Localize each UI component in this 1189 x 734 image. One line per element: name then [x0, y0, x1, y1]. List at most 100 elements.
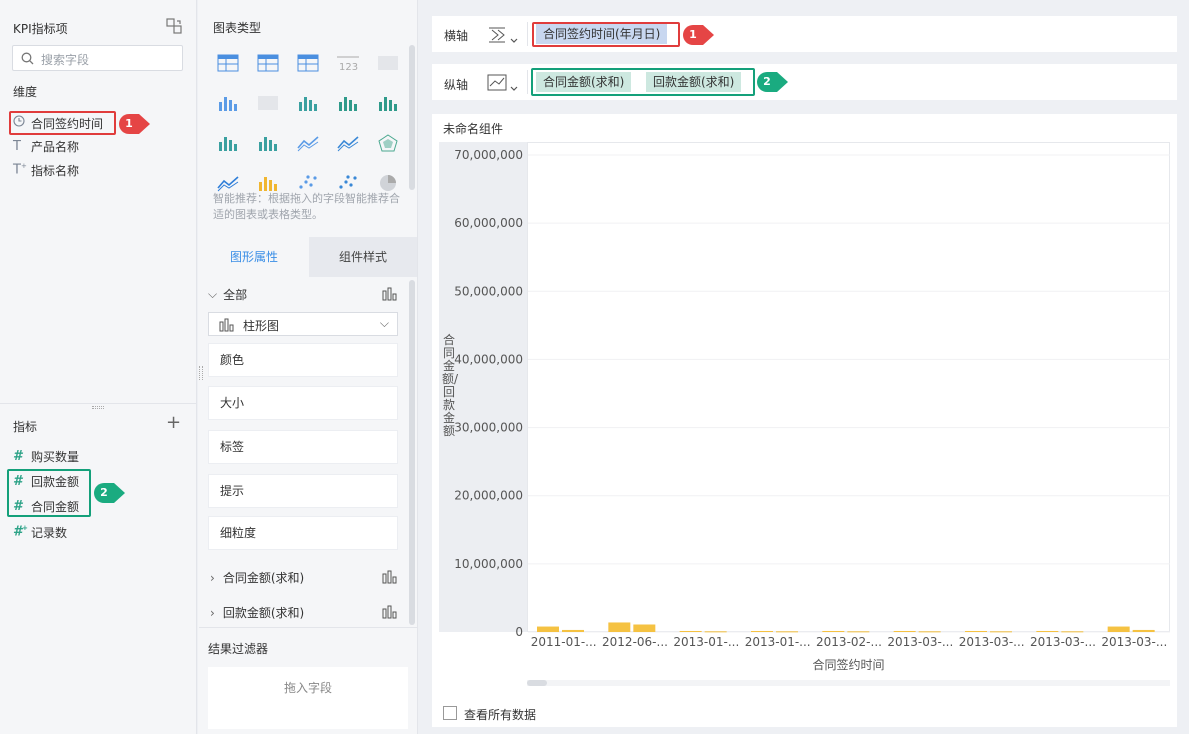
y-tick-label: 0	[515, 625, 523, 639]
bar[interactable]	[822, 630, 845, 632]
line-chart-icon[interactable]	[335, 132, 361, 154]
resize-handle[interactable]	[92, 406, 104, 409]
bar[interactable]	[776, 631, 798, 633]
properties-scrollbar[interactable]	[409, 280, 415, 625]
bar[interactable]	[990, 631, 1012, 633]
series-label: 回款金额(求和)	[222, 606, 305, 620]
multi-line-icon[interactable]	[295, 132, 321, 154]
all-label: 全部	[223, 288, 248, 302]
callout-marker-1: 1	[681, 24, 715, 46]
detail-table-icon[interactable]	[295, 52, 321, 74]
divider	[527, 22, 528, 46]
tab-graphic-properties[interactable]: 图形属性	[199, 237, 309, 277]
bar[interactable]	[679, 630, 702, 632]
view-all-checkbox[interactable]	[443, 706, 457, 720]
radar-icon[interactable]	[375, 132, 401, 154]
chevron-down-icon: ⌵	[208, 287, 218, 301]
field-search-input[interactable]: 搜索字段	[12, 45, 183, 71]
filter-drop-zone[interactable]: 拖入字段	[208, 667, 408, 729]
x-axis-title: 合同签约时间	[812, 658, 885, 672]
y-tick-label: 20,000,000	[454, 489, 523, 503]
horizontal-scrollbar-track	[527, 680, 1170, 686]
dimension-field-kpi-name[interactable]: T+ 指标名称	[13, 160, 79, 180]
y-axis-label: 纵轴	[444, 78, 469, 92]
property-size[interactable]: 大小	[208, 386, 398, 420]
chart-widget: 未命名组件 70,000,000 60,000,000 50,000,000 40,0…	[432, 114, 1177, 727]
bar[interactable]	[918, 631, 941, 633]
x-tick-label: 2013-03-...	[1101, 635, 1167, 649]
dimension-field-product-name[interactable]: T 产品名称	[13, 136, 79, 156]
chart-type-title: 图表类型	[213, 21, 262, 35]
property-color[interactable]: 颜色	[208, 343, 398, 377]
bar[interactable]	[893, 630, 916, 632]
map-icon[interactable]	[255, 92, 281, 114]
add-measure-icon[interactable]: +	[166, 414, 181, 432]
x-tick-label: 2013-03-...	[959, 635, 1025, 649]
chart-type-scrollbar[interactable]	[409, 45, 415, 190]
text-widget-icon[interactable]	[375, 52, 401, 74]
series-group-contract[interactable]: › 合同金额(求和)	[210, 569, 304, 586]
divider	[527, 70, 528, 94]
divider	[199, 627, 417, 628]
result-filter-title: 结果过滤器	[208, 642, 269, 656]
y-axis-title: 合同金额/回款金额	[442, 333, 459, 438]
x-axis-label: 横轴	[444, 29, 469, 43]
bar[interactable]	[1036, 630, 1059, 632]
divider	[0, 403, 197, 404]
series-group-payment[interactable]: › 回款金额(求和)	[210, 604, 304, 621]
measure-field-quantity[interactable]: # 购买数量	[13, 446, 79, 466]
bar[interactable]	[751, 630, 773, 632]
bar[interactable]	[1061, 631, 1084, 633]
table-icon[interactable]	[215, 52, 241, 74]
dimension-header: 维度	[13, 85, 38, 99]
marker-number: 1	[125, 117, 133, 130]
heatmap-icon[interactable]	[215, 92, 241, 114]
horizontal-bar-icon[interactable]	[215, 132, 241, 154]
panel-resize-handle[interactable]	[199, 366, 203, 380]
bar-chart-icon[interactable]	[335, 92, 361, 114]
bar[interactable]	[537, 626, 559, 632]
property-tooltip[interactable]: 提示	[208, 474, 398, 508]
highlight-box-green	[531, 68, 755, 96]
crosstab-icon[interactable]	[255, 52, 281, 74]
y-tick-label: 50,000,000	[454, 284, 523, 298]
chevron-right-icon: ›	[210, 570, 215, 585]
bar[interactable]	[1107, 626, 1130, 632]
bar[interactable]	[608, 622, 631, 632]
grouped-bar-icon[interactable]	[375, 92, 401, 114]
property-granularity[interactable]: 细粒度	[208, 516, 398, 550]
hash-icon: #	[13, 448, 23, 464]
all-group-header[interactable]: ⌵ 全部	[208, 286, 247, 303]
bar[interactable]	[1132, 629, 1155, 632]
x-tick-label: 2012-06-...	[602, 635, 668, 649]
chart-type-select[interactable]: 柱形图 ⌵	[208, 312, 398, 336]
measure-field-record-count[interactable]: #+ 记录数	[13, 522, 67, 542]
bar[interactable]	[847, 631, 870, 633]
y-tick-label: 30,000,000	[454, 421, 523, 435]
hash-icon: #+	[13, 524, 28, 540]
x-tick-label: 2013-01-...	[673, 635, 739, 649]
tab-component-style[interactable]: 组件样式	[309, 237, 417, 277]
stacked-bar-icon[interactable]	[295, 92, 321, 114]
series-label: 合同金额(求和)	[222, 571, 305, 585]
kpi-number-icon[interactable]: 123	[335, 52, 361, 74]
bar-chart: 70,000,000 60,000,000 50,000,000 40,000,000…	[454, 148, 1170, 649]
bar[interactable]	[633, 624, 656, 632]
scatter-bar-icon[interactable]	[255, 132, 281, 154]
bar[interactable]	[704, 631, 727, 633]
bar[interactable]	[562, 629, 584, 632]
field-label: 记录数	[31, 525, 68, 540]
axis-sort-icon[interactable]	[487, 25, 519, 45]
callout-marker-2: 2	[755, 71, 789, 93]
highlight-box-red	[9, 111, 116, 135]
line-chart-type-icon[interactable]	[487, 73, 519, 93]
switch-dataset-icon[interactable]	[165, 17, 183, 35]
horizontal-scrollbar-thumb[interactable]	[527, 680, 547, 686]
field-label: 产品名称	[31, 139, 80, 154]
smart-recommend-hint: 智能推荐：根据拖入的字段智能推荐合适的图表或表格类型。	[213, 192, 400, 221]
marker-number: 2	[100, 486, 108, 499]
property-label[interactable]: 标签	[208, 430, 398, 464]
x-tick-label: 2013-02-...	[816, 635, 882, 649]
bar[interactable]	[965, 630, 987, 632]
view-all-label: 查看所有数据	[464, 708, 537, 722]
